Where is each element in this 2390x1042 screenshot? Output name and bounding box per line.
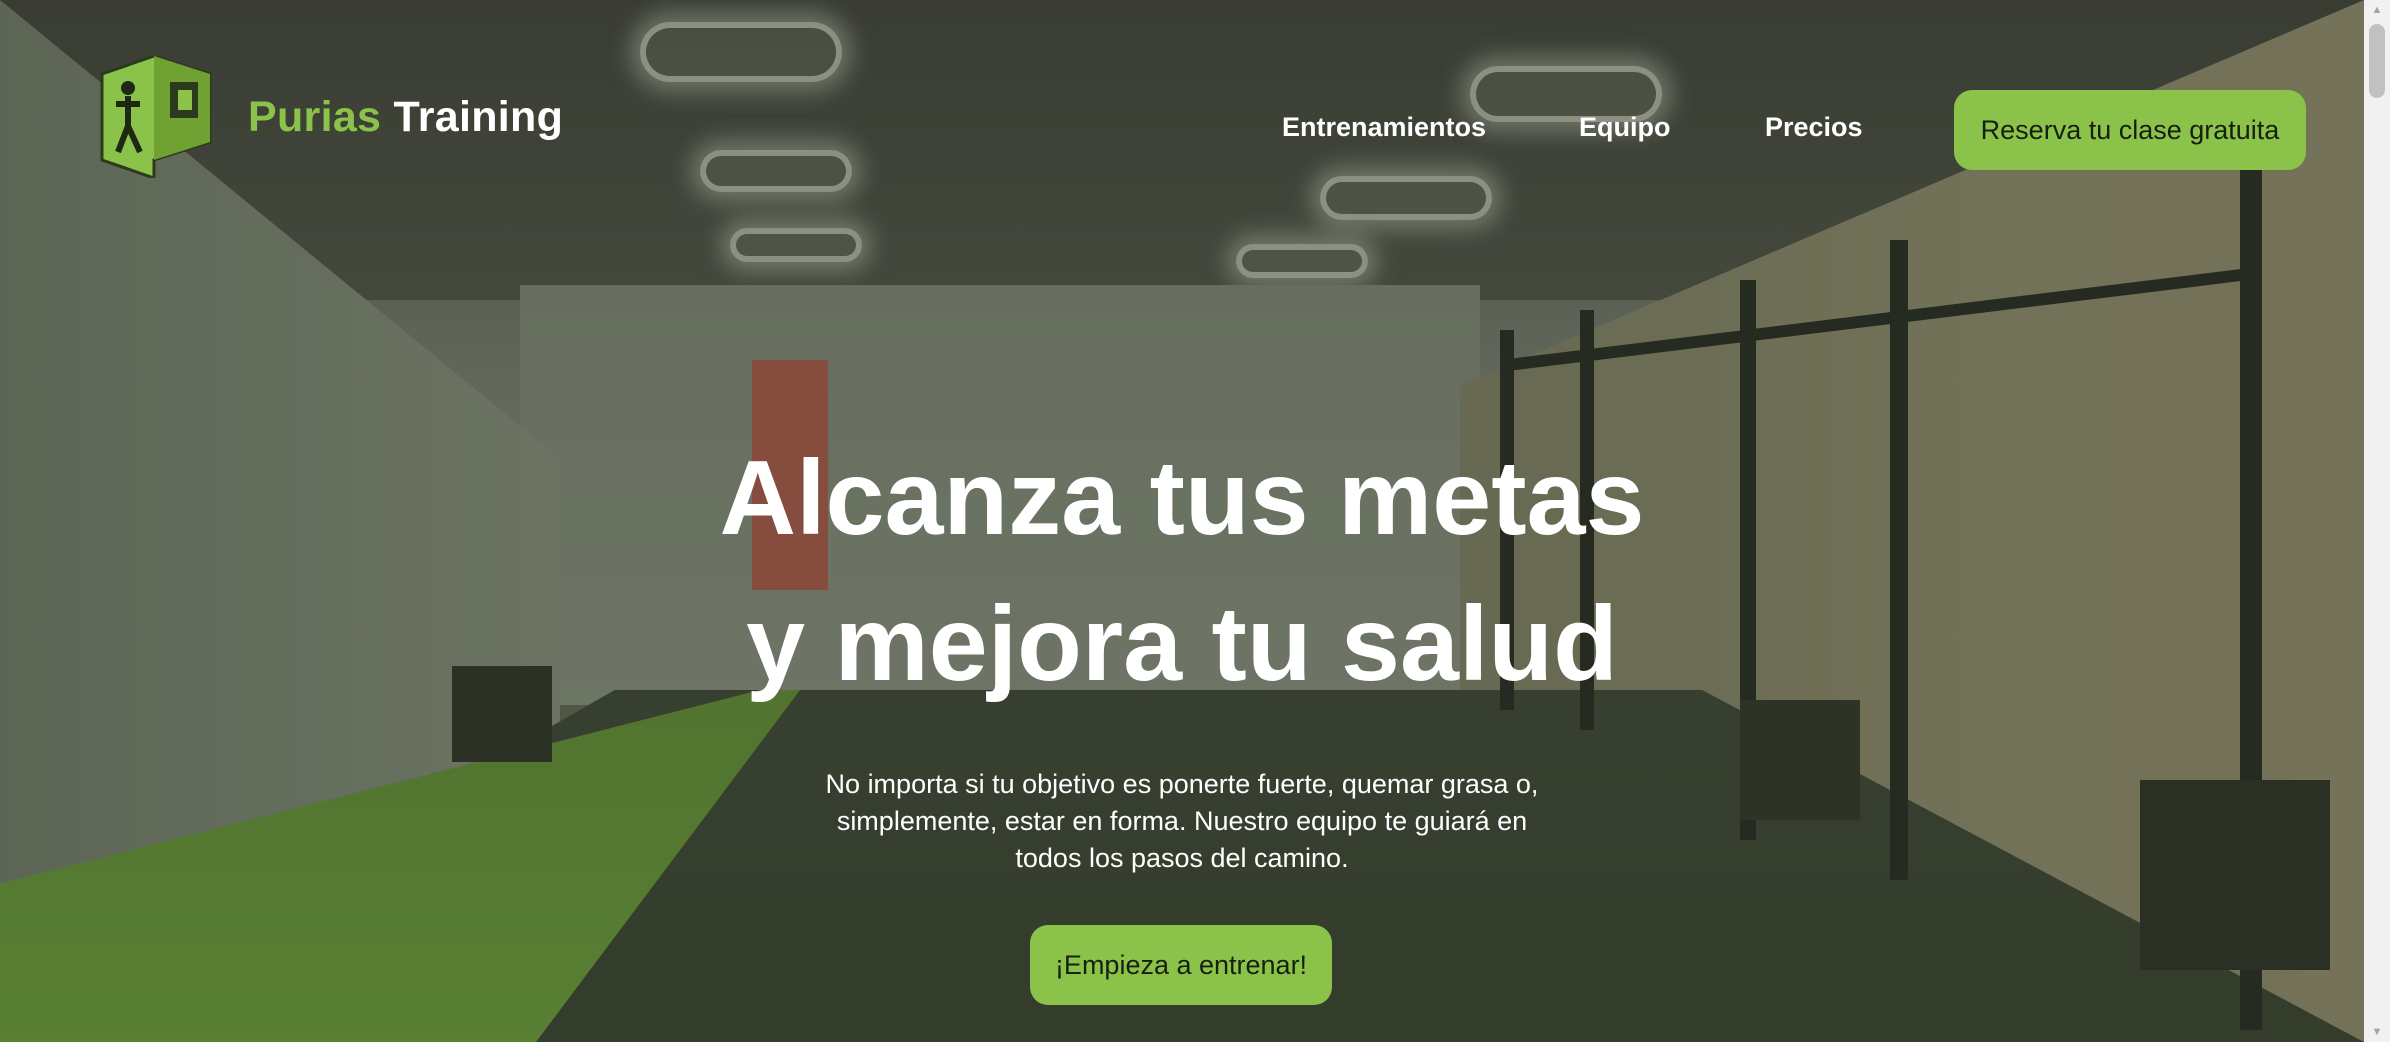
hero-headline-line1: Alcanza tus metas [719, 439, 1645, 557]
brand-name-part1: Purias [248, 92, 382, 141]
scrollbar-thumb[interactable] [2369, 24, 2385, 98]
nav-link-entrenamientos[interactable]: Entrenamientos [1282, 112, 1486, 143]
chevron-down-icon[interactable]: ▼ [2364, 1022, 2390, 1042]
nav-link-equipo[interactable]: Equipo [1579, 112, 1670, 143]
brand-name-part2: Training [393, 92, 564, 141]
hero-section: Purias Training Entrenamientos Equipo Pr… [0, 0, 2364, 1042]
purias-p-logo-icon [100, 56, 212, 178]
site-logo[interactable]: Purias Training [98, 56, 563, 178]
brand-name: Purias Training [248, 93, 563, 142]
hero-headline: Alcanza tus metas y mejora tu salud [0, 425, 2364, 717]
vertical-scrollbar[interactable]: ▲ ▼ [2364, 0, 2390, 1042]
start-training-button[interactable]: ¡Empieza a entrenar! [1030, 925, 1332, 1005]
hero-subtitle: No importa si tu objetivo es ponerte fue… [825, 769, 1539, 873]
book-free-class-button[interactable]: Reserva tu clase gratuita [1954, 90, 2306, 170]
chevron-up-icon[interactable]: ▲ [2364, 0, 2390, 20]
nav-link-precios[interactable]: Precios [1765, 112, 1863, 143]
hero-headline-line2: y mejora tu salud [746, 585, 1618, 703]
